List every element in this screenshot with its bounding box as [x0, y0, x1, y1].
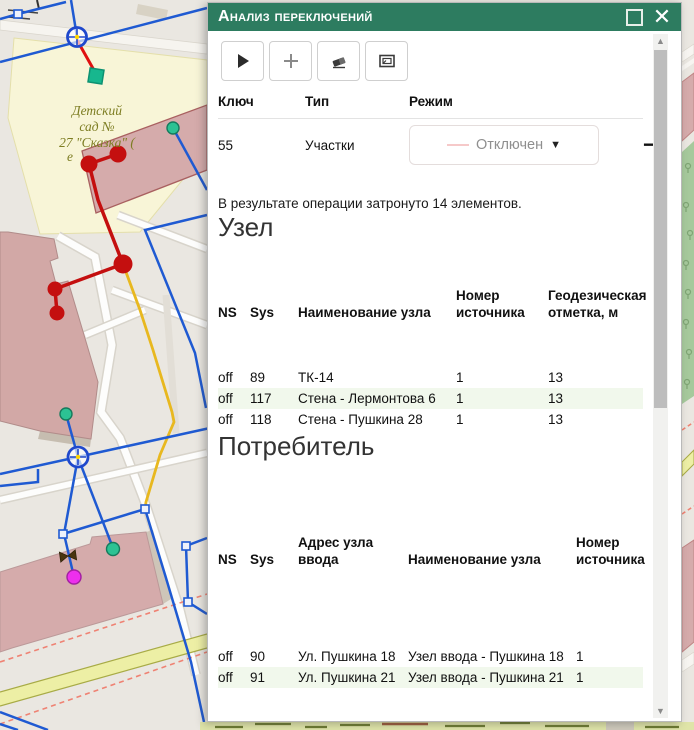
add-key-button[interactable] — [269, 41, 312, 81]
svg-text:е: е — [67, 149, 73, 164]
table-row[interactable]: off89 ТК-141 13 — [218, 367, 643, 388]
table-row[interactable]: off118 Стена - Пушкина 281 13 — [218, 409, 643, 430]
caret-down-icon: ▼ — [550, 139, 561, 151]
col-key: Ключ — [218, 94, 305, 109]
maximize-button[interactable] — [623, 6, 645, 28]
play-icon — [235, 53, 251, 69]
disabled-line-swatch-icon — [447, 144, 469, 146]
frame-icon — [378, 53, 396, 69]
valve-icon — [68, 447, 88, 467]
table-row[interactable]: off90 Ул. Пушкина 18Узел ввода - Пушкина… — [218, 646, 643, 667]
close-button[interactable]: ✕ — [651, 6, 673, 28]
close-icon: ✕ — [653, 6, 671, 28]
scroll-down-icon[interactable]: ▼ — [653, 704, 668, 718]
scroll-up-icon[interactable]: ▲ — [653, 34, 668, 48]
table-row[interactable]: off91 Ул. Пушкина 21Узел ввода - Пушкина… — [218, 667, 643, 688]
node-table-body: off89 ТК-141 13 off117 Стена - Лермонтов… — [218, 367, 643, 430]
dialog-titlebar[interactable]: Анализ переключений ✕ — [208, 3, 681, 31]
switching-analysis-dialog: Анализ переключений ✕ — [207, 2, 682, 722]
key-value: 55 — [218, 138, 305, 153]
clear-button[interactable] — [317, 41, 360, 81]
mode-dropdown[interactable]: Отключен ▼ — [409, 125, 599, 165]
run-analysis-button[interactable] — [221, 41, 264, 81]
map-bottom-strip — [200, 722, 694, 730]
toolbar — [221, 41, 643, 81]
col-mode: Режим — [409, 94, 627, 109]
svg-text:27 "Сказка" (: 27 "Сказка" ( — [59, 135, 136, 150]
svg-text:сад №: сад № — [79, 119, 115, 134]
col-type: Тип — [305, 94, 409, 109]
dialog-title: Анализ переключений — [218, 8, 617, 26]
plus-icon — [283, 53, 299, 69]
valve-icon — [68, 28, 87, 47]
section-title-node: Узел — [218, 211, 643, 243]
consumer-table-header: NS Sys Адрес узла ввода Наименование узл… — [218, 532, 643, 568]
node-table-header: NS Sys Наименование узла Номер источника… — [218, 285, 643, 321]
vertical-scrollbar[interactable]: ▲ ▼ — [653, 34, 668, 718]
select-by-frame-button[interactable] — [365, 41, 408, 81]
result-message: В результате операции затронуто 14 элеме… — [218, 196, 643, 211]
consumer-table-body: off90 Ул. Пушкина 18Узел ввода - Пушкина… — [218, 646, 643, 688]
table-row[interactable]: off117 Стена - Лермонтова 61 13 — [218, 388, 643, 409]
map-right-strip — [682, 0, 694, 730]
eraser-icon — [330, 53, 348, 69]
svg-text:Детский: Детский — [70, 103, 122, 118]
maximize-icon — [626, 9, 643, 26]
scrollbar-thumb[interactable] — [654, 50, 667, 408]
dialog-content: Ключ Тип Режим 55 Участки Отключен ▼ − В… — [208, 31, 681, 721]
section-title-consumer: Потребитель — [218, 430, 643, 462]
type-value: Участки — [305, 138, 409, 153]
key-table-header: Ключ Тип Режим — [218, 90, 643, 119]
mode-label: Отключен — [476, 137, 543, 153]
key-table-row: 55 Участки Отключен ▼ − — [218, 122, 643, 168]
